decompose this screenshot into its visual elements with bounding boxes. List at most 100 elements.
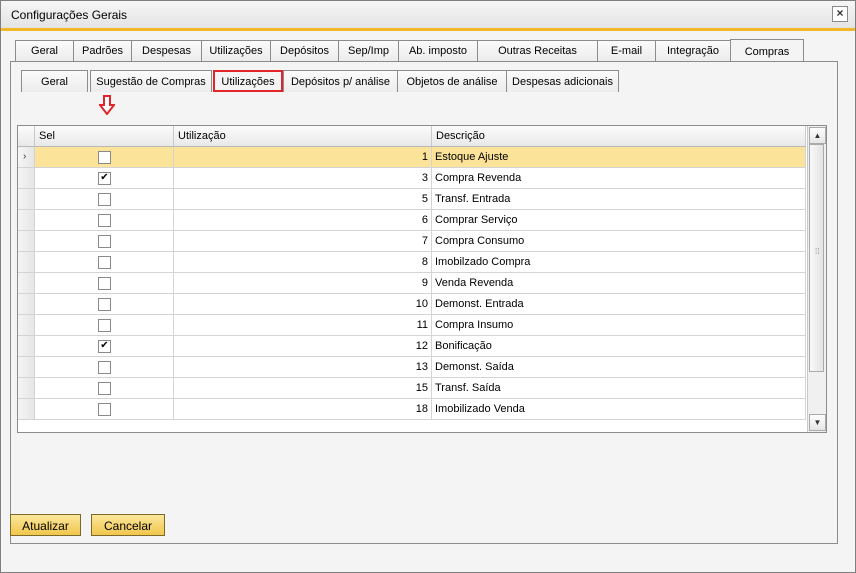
subtab-depositos-analise[interactable]: Depósitos p/ análise — [283, 70, 398, 92]
utilizacao-cell[interactable]: 15 — [174, 378, 432, 398]
table-row[interactable]: 6 Comprar Serviço — [18, 210, 806, 231]
row-header[interactable] — [18, 294, 35, 314]
triangle-up-icon: ▲ — [813, 131, 822, 140]
utilizacao-cell[interactable]: 18 — [174, 399, 432, 419]
sel-checkbox[interactable] — [98, 382, 111, 395]
tab-ab-imposto[interactable]: Ab. imposto — [398, 40, 478, 61]
row-header[interactable] — [18, 168, 35, 188]
table-row[interactable]: 13 Demonst. Saída — [18, 357, 806, 378]
update-button[interactable]: Atualizar — [10, 514, 81, 536]
close-button[interactable]: × — [832, 6, 848, 22]
utilizacao-cell[interactable]: 9 — [174, 273, 432, 293]
row-header[interactable] — [18, 399, 35, 419]
tab-outras-receitas[interactable]: Outras Receitas — [477, 40, 598, 61]
sel-checkbox[interactable] — [98, 298, 111, 311]
table-row[interactable]: 15 Transf. Saída — [18, 378, 806, 399]
tab-despesas[interactable]: Despesas — [131, 40, 202, 61]
sel-checkbox[interactable] — [98, 214, 111, 227]
row-header[interactable] — [18, 231, 35, 251]
table-row[interactable]: 11 Compra Insumo — [18, 315, 806, 336]
tab-integracao[interactable]: Integração — [655, 40, 731, 61]
sel-cell — [35, 294, 174, 314]
sel-checkbox[interactable] — [98, 193, 111, 206]
descricao-cell[interactable]: Transf. Saída — [432, 378, 806, 398]
sel-checkbox[interactable] — [98, 403, 111, 416]
cancel-button[interactable]: Cancelar — [91, 514, 165, 536]
sel-checkbox[interactable] — [98, 151, 111, 164]
table-row[interactable]: 9 Venda Revenda — [18, 273, 806, 294]
row-header[interactable]: › — [18, 147, 35, 167]
descricao-cell[interactable]: Imobilzado Compra — [432, 252, 806, 272]
tab-sep-imp[interactable]: Sep/Imp — [338, 40, 399, 61]
vertical-scrollbar[interactable]: ▲ ⁞⁞ ▼ — [807, 126, 826, 432]
sel-checkbox[interactable] — [98, 256, 111, 269]
descricao-cell[interactable]: Transf. Entrada — [432, 189, 806, 209]
descricao-cell[interactable]: Demonst. Saída — [432, 357, 806, 377]
row-header[interactable] — [18, 357, 35, 377]
grip-icon: ⁞⁞ — [815, 247, 820, 256]
descricao-cell[interactable]: Comprar Serviço — [432, 210, 806, 230]
column-header-sel[interactable]: Sel — [35, 126, 174, 146]
utilizacao-cell[interactable]: 5 — [174, 189, 432, 209]
descricao-cell[interactable]: Compra Insumo — [432, 315, 806, 335]
scroll-down-button[interactable]: ▼ — [809, 414, 826, 431]
table-row[interactable]: › 1 Estoque Ajuste — [18, 147, 806, 168]
utilizacao-cell[interactable]: 12 — [174, 336, 432, 356]
utilizacao-cell[interactable]: 11 — [174, 315, 432, 335]
utilizacoes-grid: Sel Utilização Descrição › 1 Estoque Ajust… — [17, 125, 827, 433]
descricao-cell[interactable]: Imobilizado Venda — [432, 399, 806, 419]
table-row[interactable]: 18 Imobilizado Venda — [18, 399, 806, 420]
current-row-icon: › — [23, 151, 27, 162]
utilizacao-cell[interactable]: 3 — [174, 168, 432, 188]
close-icon: × — [836, 6, 844, 20]
utilizacao-cell[interactable]: 8 — [174, 252, 432, 272]
table-row[interactable]: 7 Compra Consumo — [18, 231, 806, 252]
descricao-cell[interactable]: Compra Revenda — [432, 168, 806, 188]
subtab-objetos-analise[interactable]: Objetos de análise — [397, 70, 507, 92]
sel-checkbox[interactable] — [98, 235, 111, 248]
row-header[interactable] — [18, 210, 35, 230]
table-row[interactable]: ✔ 3 Compra Revenda — [18, 168, 806, 189]
descricao-cell[interactable]: Venda Revenda — [432, 273, 806, 293]
sel-checkbox[interactable]: ✔ — [98, 340, 111, 353]
descricao-cell[interactable]: Demonst. Entrada — [432, 294, 806, 314]
tab-email[interactable]: E-mail — [597, 40, 656, 61]
sel-checkbox[interactable] — [98, 277, 111, 290]
column-header-utilizacao[interactable]: Utilização — [174, 126, 432, 146]
row-header[interactable] — [18, 252, 35, 272]
tab-depositos[interactable]: Depósitos — [270, 40, 339, 61]
scroll-up-button[interactable]: ▲ — [809, 127, 826, 144]
subtab-despesas-adicionais[interactable]: Despesas adicionais — [506, 70, 619, 92]
sel-checkbox[interactable] — [98, 361, 111, 374]
tab-geral[interactable]: Geral — [15, 40, 74, 61]
table-row[interactable]: 10 Demonst. Entrada — [18, 294, 806, 315]
row-header[interactable] — [18, 336, 35, 356]
row-header[interactable] — [18, 273, 35, 293]
descricao-cell[interactable]: Bonificação — [432, 336, 806, 356]
utilizacao-cell[interactable]: 10 — [174, 294, 432, 314]
descricao-cell[interactable]: Estoque Ajuste — [432, 147, 806, 167]
row-header[interactable] — [18, 189, 35, 209]
utilizacao-cell[interactable]: 13 — [174, 357, 432, 377]
utilizacao-cell[interactable]: 6 — [174, 210, 432, 230]
scroll-thumb[interactable]: ⁞⁞ — [809, 144, 824, 372]
descricao-cell[interactable]: Compra Consumo — [432, 231, 806, 251]
sel-checkbox[interactable] — [98, 319, 111, 332]
tab-compras[interactable]: Compras — [730, 39, 804, 62]
subtab-utilizacoes[interactable]: Utilizações — [213, 70, 283, 92]
tab-padroes[interactable]: Padrões — [73, 40, 132, 61]
settings-window: Configurações Gerais × Geral Padrões Des… — [0, 0, 856, 573]
subtab-sugestao-compras[interactable]: Sugestão de Compras — [90, 70, 212, 92]
row-header[interactable] — [18, 315, 35, 335]
table-row[interactable]: ✔ 12 Bonificação — [18, 336, 806, 357]
table-row[interactable]: 5 Transf. Entrada — [18, 189, 806, 210]
utilizacao-cell[interactable]: 1 — [174, 147, 432, 167]
row-header[interactable] — [18, 378, 35, 398]
sel-checkbox[interactable]: ✔ — [98, 172, 111, 185]
utilizacao-cell[interactable]: 7 — [174, 231, 432, 251]
table-row[interactable]: 8 Imobilzado Compra — [18, 252, 806, 273]
column-header-descricao[interactable]: Descrição — [432, 126, 806, 146]
tab-utilizacoes[interactable]: Utilizações — [201, 40, 271, 61]
row-header-corner — [18, 126, 35, 146]
subtab-geral[interactable]: Geral — [21, 70, 88, 92]
